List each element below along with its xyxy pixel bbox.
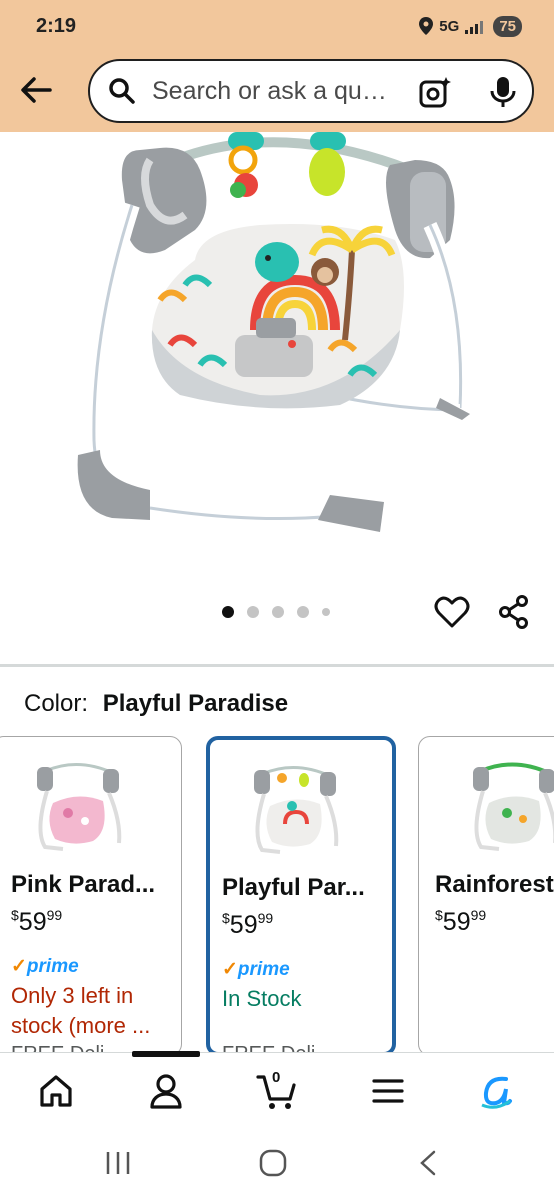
back-button-icon[interactable] bbox=[418, 1150, 438, 1176]
home-button-icon[interactable] bbox=[259, 1149, 287, 1177]
rufus-ai-icon[interactable] bbox=[476, 1071, 516, 1111]
price-whole: 59 bbox=[18, 908, 47, 936]
image-actions bbox=[0, 592, 554, 636]
price-cents: 99 bbox=[46, 907, 63, 923]
location-icon bbox=[419, 17, 434, 35]
prime-check-icon: ✓ bbox=[222, 959, 238, 980]
signal-icon bbox=[465, 21, 484, 34]
cart-count: 0 bbox=[272, 1069, 281, 1086]
color-swatch-rainforest[interactable]: Rainforest $5999 bbox=[418, 736, 554, 1056]
prime-label: prime bbox=[26, 956, 79, 977]
cart-button[interactable]: 0 bbox=[256, 1069, 296, 1111]
swatch-name: Playful Par... bbox=[222, 874, 365, 901]
price-whole: 59 bbox=[229, 911, 258, 939]
stock-status: Only 3 left in stock (more ... bbox=[11, 981, 150, 1041]
pagination-dot[interactable] bbox=[247, 606, 259, 618]
price-currency: $ bbox=[222, 910, 230, 926]
product-image[interactable] bbox=[0, 132, 554, 592]
bottom-navigation: 0 bbox=[0, 1051, 554, 1128]
stock-status: In Stock bbox=[222, 984, 301, 1014]
color-value: Playful Paradise bbox=[102, 690, 289, 717]
prime-check-icon: ✓ bbox=[11, 956, 27, 977]
image-pagination[interactable] bbox=[222, 606, 330, 618]
baby-swing-image bbox=[77, 132, 470, 532]
price-cents: 99 bbox=[470, 907, 487, 923]
price-whole: 59 bbox=[442, 908, 471, 936]
search-placeholder: Search or ask a qu… bbox=[152, 76, 387, 105]
camera-lens-icon[interactable] bbox=[418, 75, 452, 109]
stock-line: In Stock bbox=[222, 986, 302, 1011]
swatch-price: $5999 bbox=[435, 907, 486, 937]
microphone-icon[interactable] bbox=[488, 75, 518, 109]
status-icons: 5G 75 bbox=[419, 15, 522, 37]
status-bar: 2:19 5G 75 bbox=[0, 0, 554, 52]
swatch-thumbnail bbox=[254, 765, 339, 854]
menu-icon[interactable] bbox=[368, 1071, 408, 1111]
swatch-thumbnail bbox=[37, 762, 122, 851]
search-input[interactable]: Search or ask a qu… bbox=[88, 59, 534, 123]
network-label: 5G bbox=[439, 17, 460, 35]
swatch-thumbnail bbox=[473, 762, 554, 851]
swatch-name: Pink Parad... bbox=[11, 871, 156, 898]
price-cents: 99 bbox=[257, 910, 274, 926]
pagination-dot[interactable] bbox=[297, 606, 309, 618]
search-icon bbox=[109, 78, 135, 104]
color-swatch-pink-paradise[interactable]: Pink Parad... $5999 ✓prime Only 3 left i… bbox=[0, 736, 182, 1056]
prime-badge: ✓prime bbox=[222, 958, 290, 981]
color-selection-label: Color: Playful Paradise bbox=[24, 690, 288, 718]
pagination-dot[interactable] bbox=[222, 606, 234, 618]
section-divider bbox=[0, 664, 554, 667]
home-icon[interactable] bbox=[36, 1071, 76, 1111]
stock-line: stock (more ... bbox=[11, 1013, 151, 1038]
color-swatch-playful-paradise[interactable]: Playful Par... $5999 ✓prime In Stock FRE… bbox=[206, 736, 396, 1056]
status-time: 2:19 bbox=[36, 14, 77, 37]
back-arrow-icon[interactable] bbox=[16, 70, 56, 110]
prime-label: prime bbox=[237, 959, 290, 980]
share-icon[interactable] bbox=[496, 594, 532, 630]
stock-line: Only 3 left in bbox=[11, 983, 134, 1008]
color-key: Color: bbox=[24, 690, 89, 717]
price-currency: $ bbox=[435, 907, 443, 923]
swatch-price: $5999 bbox=[222, 910, 273, 940]
pagination-dot[interactable] bbox=[272, 606, 284, 618]
system-navigation-bar bbox=[0, 1128, 554, 1200]
price-currency: $ bbox=[11, 907, 19, 923]
account-icon[interactable] bbox=[146, 1071, 186, 1111]
swatch-name: Rainforest bbox=[435, 871, 554, 898]
swatch-price: $5999 bbox=[11, 907, 62, 937]
search-header: Search or ask a qu… bbox=[0, 52, 554, 132]
heart-icon[interactable] bbox=[434, 594, 470, 630]
pagination-dot[interactable] bbox=[322, 608, 330, 616]
active-tab-indicator bbox=[132, 1051, 200, 1057]
prime-badge: ✓prime bbox=[11, 955, 79, 978]
recent-apps-icon[interactable] bbox=[104, 1150, 132, 1176]
battery-indicator: 75 bbox=[493, 15, 522, 37]
